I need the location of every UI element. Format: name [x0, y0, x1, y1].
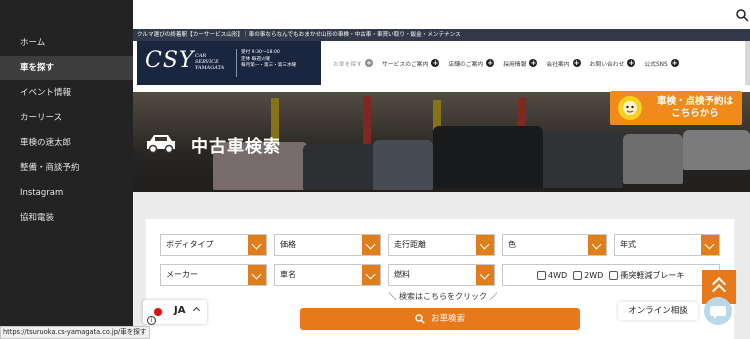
- plus-icon: +: [431, 59, 440, 67]
- chat-icon: [710, 306, 726, 319]
- nav-label: 会社案内: [546, 61, 570, 68]
- checkbox-label: 2WD: [584, 270, 604, 280]
- sidebar-item-hayataro[interactable]: 車検の速太郎: [0, 131, 133, 155]
- plus-icon: +: [572, 59, 581, 67]
- nav-contact[interactable]: お問い合わせ +: [590, 59, 636, 68]
- checkbox-box[interactable]: [573, 270, 583, 280]
- nav-sns[interactable]: 公式SNS +: [644, 59, 679, 68]
- status-bar-url: https://tsuruoka.cs-yamagata.co.jp/車を探す: [0, 326, 150, 339]
- promo-line-2: こちらから: [671, 108, 719, 119]
- select-label: 車名: [280, 270, 296, 279]
- sidebar-item-instagram[interactable]: Instagram: [0, 181, 133, 205]
- search-button[interactable]: お車検索: [300, 308, 580, 330]
- chat-button[interactable]: [704, 297, 732, 325]
- plus-icon: +: [365, 59, 373, 67]
- inspection-booking-banner[interactable]: 車検・点検予約は こちらから: [610, 91, 742, 125]
- feature-checkboxes: 4WD 2WD 衝突軽減ブレーキ: [502, 264, 720, 286]
- main-nav: お車を探す + サービスのご案内 + 店舗のご案内 + 採用情報 + 会社案内 + お問い…: [333, 41, 688, 85]
- car-icon: [147, 135, 175, 154]
- search-icon: [415, 313, 425, 324]
- checkbox-label: 4WD: [548, 270, 568, 280]
- chevron-down-icon: [588, 235, 606, 255]
- tagline: クルマ選びの終着駅【カーサービス山形】｜車の事ならなんでもおまかせ山形の車検・中…: [133, 29, 750, 41]
- chevron-up-icon: [192, 306, 201, 315]
- nav-find-car[interactable]: お車を探す +: [333, 59, 373, 68]
- checkbox-collision-brake[interactable]: 衝突軽減ブレーキ: [609, 270, 684, 281]
- select-label: 色: [508, 240, 516, 249]
- sidebar-item-home[interactable]: ホーム: [0, 31, 133, 55]
- chevron-down-icon: [248, 235, 266, 255]
- select-label: 燃料: [394, 270, 410, 279]
- select-label: ボディタイプ: [166, 240, 214, 249]
- plus-icon: +: [529, 59, 538, 67]
- logo[interactable]: CSY CAR SERVICE YAMAGATA 受付 9:30～18:00 定…: [137, 41, 321, 85]
- checkbox-2wd[interactable]: 2WD: [573, 270, 604, 280]
- select-label: 走行距離: [394, 240, 426, 249]
- car-name-select[interactable]: 車名: [274, 264, 381, 286]
- sidebar-item-find-car[interactable]: 車を探す: [0, 56, 133, 80]
- mascot-icon: [618, 96, 642, 120]
- online-consult-label[interactable]: オンライン相談: [618, 302, 698, 320]
- year-select[interactable]: 年式: [614, 234, 720, 256]
- sidebar-item-kyowa[interactable]: 協和電装: [0, 206, 133, 230]
- nav-label: 公式SNS: [644, 61, 668, 68]
- chevron-down-icon: [701, 235, 719, 255]
- nav-label: 店舗のご案内: [448, 61, 484, 68]
- chevron-down-icon: [248, 265, 266, 285]
- nav-label: サービスのご案内: [382, 61, 429, 68]
- header-scrollbar[interactable]: [745, 41, 750, 85]
- search-button-label: お車検索: [430, 314, 465, 324]
- nav-services[interactable]: サービスのご案内 +: [382, 59, 440, 68]
- nav-recruit[interactable]: 採用情報 +: [503, 59, 538, 68]
- plus-icon: +: [486, 59, 495, 67]
- checkbox-box[interactable]: [537, 270, 546, 280]
- chevron-down-icon: [476, 235, 494, 255]
- promo-line-1: 車検・点検予約は: [656, 96, 733, 107]
- nav-company[interactable]: 会社案内 +: [546, 59, 581, 68]
- logo-text: CSY: [145, 48, 195, 73]
- checkbox-label: 衝突軽減ブレーキ: [620, 270, 685, 280]
- checkbox-box[interactable]: [609, 270, 619, 280]
- language-code: JA: [174, 305, 186, 316]
- maker-select[interactable]: メーカー: [160, 264, 267, 286]
- promo-text: 車検・点検予約は こちらから: [650, 96, 740, 120]
- nav-label: お車を探す: [333, 61, 362, 68]
- page-title: 中古車検索: [191, 137, 281, 157]
- nav-label: 採用情報: [503, 61, 527, 68]
- sidebar-item-reservation[interactable]: 整備・商談予約: [0, 156, 133, 180]
- search-hint: ＼ 検索はこちらをクリック ／: [388, 292, 498, 301]
- info-icon[interactable]: i: [147, 316, 156, 325]
- plus-icon: +: [670, 59, 679, 67]
- mileage-select[interactable]: 走行距離: [388, 234, 495, 256]
- sidebar-item-car-lease[interactable]: カーリース: [0, 106, 133, 130]
- logo-subtitle: CAR SERVICE YAMAGATA: [195, 53, 225, 71]
- fuel-select[interactable]: 燃料: [388, 264, 495, 286]
- select-label: 年式: [620, 240, 636, 249]
- business-hours: 受付 9:30～18:00 定休 毎週火曜 毎月第一・第三・第三水曜: [241, 50, 296, 70]
- select-label: メーカー: [166, 270, 198, 279]
- top-bar: [133, 0, 750, 29]
- plus-icon: +: [627, 59, 636, 67]
- logo-divider: [236, 49, 237, 77]
- site-header: CSY CAR SERVICE YAMAGATA 受付 9:30～18:00 定…: [133, 41, 750, 85]
- sidebar: ホーム 車を探す イベント情報 カーリース 車検の速太郎 整備・商談予約 Ins…: [0, 0, 133, 339]
- select-label: 価格: [280, 240, 296, 249]
- japan-flag-icon: [153, 307, 163, 317]
- search-icon[interactable]: [735, 8, 749, 22]
- sidebar-item-events[interactable]: イベント情報: [0, 81, 133, 105]
- checkbox-4wd[interactable]: 4WD: [537, 270, 568, 280]
- nav-stores[interactable]: 店舗のご案内 +: [448, 59, 495, 68]
- body-type-select[interactable]: ボディタイプ: [160, 234, 267, 256]
- chevron-down-icon: [362, 265, 380, 285]
- price-select[interactable]: 価格: [274, 234, 381, 256]
- closed-text-2: 毎月第一・第三・第三水曜: [241, 63, 297, 68]
- chevron-down-icon: [362, 235, 380, 255]
- nav-label: お問い合わせ: [589, 61, 625, 68]
- color-select[interactable]: 色: [502, 234, 607, 256]
- chevron-down-icon: [476, 265, 494, 285]
